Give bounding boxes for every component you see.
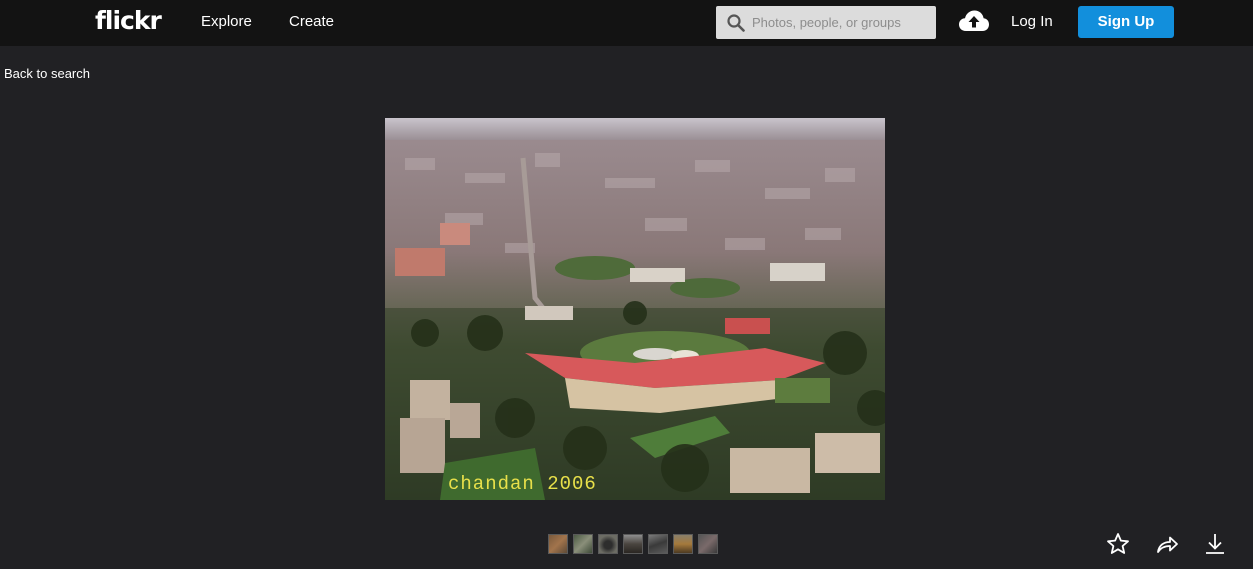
photo-watermark: chandan 2006 — [448, 473, 597, 495]
aerial-city-photo — [385, 118, 885, 500]
flickr-logo[interactable]: flickr — [95, 6, 162, 35]
thumbnail-1[interactable] — [548, 534, 568, 554]
search-input[interactable] — [752, 6, 930, 39]
back-to-search-link[interactable]: Back to search — [4, 66, 90, 81]
thumbnail-2[interactable] — [573, 534, 593, 554]
signup-button[interactable]: Sign Up — [1078, 6, 1174, 38]
thumbnail-5[interactable] — [648, 534, 668, 554]
thumbnail-6[interactable] — [673, 534, 693, 554]
star-icon[interactable] — [1106, 532, 1130, 556]
nav-create-link[interactable]: Create — [289, 13, 334, 30]
thumbnail-3[interactable] — [598, 534, 618, 554]
nav-explore-link[interactable]: Explore — [201, 13, 252, 30]
main-photo[interactable]: chandan 2006 — [385, 118, 885, 500]
thumbnail-4[interactable] — [623, 534, 643, 554]
thumbnail-7[interactable] — [698, 534, 718, 554]
login-link[interactable]: Log In — [1011, 13, 1053, 30]
search-box — [716, 6, 936, 39]
cloud-upload-icon[interactable] — [958, 9, 990, 33]
search-icon — [727, 14, 745, 32]
share-icon[interactable] — [1155, 532, 1179, 556]
download-icon[interactable] — [1203, 532, 1227, 556]
top-navigation-bar: flickr Explore Create Log In Sign Up — [0, 0, 1253, 46]
